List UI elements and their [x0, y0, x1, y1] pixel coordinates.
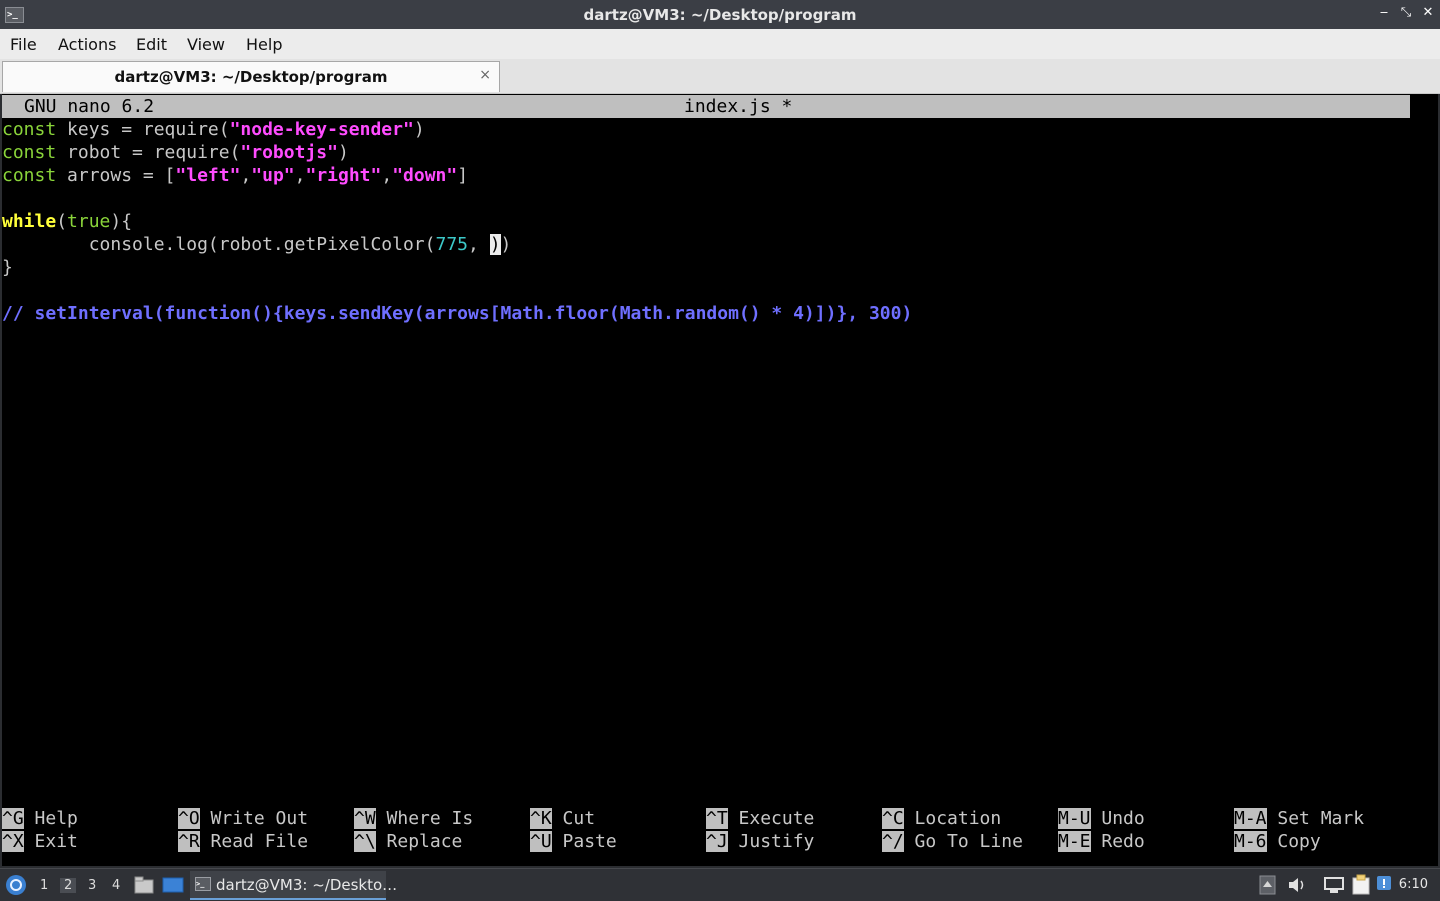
workspace-1[interactable]: 1 — [40, 878, 48, 893]
task-button-terminal[interactable]: >_ dartz@VM3: ~/Deskto… — [190, 871, 397, 900]
file-manager-icon[interactable] — [134, 876, 154, 894]
code-line-7: } — [2, 257, 13, 278]
code-text: ) — [337, 142, 349, 163]
clipboard-icon[interactable] — [1350, 874, 1372, 896]
menu-actions[interactable]: Actions — [58, 35, 116, 54]
window-title: dartz@VM3: ~/Desktop/program — [583, 6, 857, 24]
code-text: robot = require( — [56, 142, 241, 163]
terminal-scrollbar[interactable] — [1430, 94, 1438, 866]
terminal-task-icon: >_ — [195, 877, 211, 891]
update-notifier-icon[interactable] — [1376, 875, 1392, 893]
network-icon[interactable] — [1323, 876, 1345, 894]
code-text: keys = require( — [56, 119, 230, 140]
code-keyword: while — [2, 211, 57, 232]
code-text: , — [294, 165, 306, 186]
shortcut-help: ^G Help — [2, 808, 78, 829]
nano-title-bar: GNU nano 6.2 index.js * — [2, 95, 1410, 118]
workspace-4[interactable]: 4 — [112, 878, 120, 893]
shortcut-redo: M-E Redo — [1058, 831, 1145, 852]
shortcut-undo: M-U Undo — [1058, 808, 1145, 829]
code-string: "left" — [175, 165, 241, 186]
code-text: , — [381, 165, 393, 186]
task-label: dartz@VM3: ~/Deskto… — [216, 876, 398, 894]
taskbar: 1 2 3 4 >_ dartz@VM3: ~/Deskto… 6:10 — [0, 868, 1440, 901]
text-cursor: ) — [489, 234, 501, 255]
shortcut-cut: ^K Cut — [530, 808, 596, 829]
tab-close-icon[interactable]: × — [479, 67, 491, 83]
code-string: "robotjs" — [240, 142, 338, 163]
tab-strip: dartz@VM3: ~/Desktop/program × — [0, 59, 1440, 94]
workspace-2[interactable]: 2 — [60, 878, 77, 893]
code-string: "node-key-sender" — [229, 119, 414, 140]
window-titlebar[interactable]: >_ dartz@VM3: ~/Desktop/program ‒ ⤡ ✕ — [0, 0, 1440, 29]
nano-version: GNU nano 6.2 — [24, 96, 155, 117]
restore-icon[interactable]: ⤡ — [1398, 5, 1414, 23]
shortcut-set-mark: M-A Set Mark — [1234, 808, 1365, 829]
menu-help[interactable]: Help — [246, 35, 282, 54]
shortcut-exit: ^X Exit — [2, 831, 78, 852]
start-menu-icon[interactable] — [5, 874, 27, 896]
clock[interactable]: 6:10 — [1399, 877, 1428, 892]
show-desktop-icon[interactable] — [162, 876, 184, 894]
shortcut-justify: ^J Justify — [706, 831, 815, 852]
code-line-2: const robot = require("robotjs") — [2, 141, 349, 164]
shortcut-where-is: ^W Where Is — [354, 808, 474, 829]
shortcut-execute: ^T Execute — [706, 808, 815, 829]
nano-filename: index.js * — [684, 96, 793, 117]
code-text: console.log(robot.getPixelColor( — [2, 234, 436, 255]
shortcut-replace: ^\ Replace — [354, 831, 463, 852]
shortcut-location: ^C Location — [882, 808, 1002, 829]
terminal-area[interactable]: GNU nano 6.2 index.js * const keys = req… — [2, 94, 1438, 866]
code-keyword: true — [67, 211, 111, 232]
shortcut-write-out: ^O Write Out — [178, 808, 309, 829]
code-keyword: const — [2, 119, 57, 140]
code-keyword: const — [2, 165, 57, 186]
code-line-6: console.log(robot.getPixelColor(775, )) — [2, 233, 511, 256]
workspace-3[interactable]: 3 — [88, 878, 96, 893]
nano-shortcut-bar: ^G Help ^X Exit ^O Write Out ^R Read Fil… — [2, 805, 1438, 865]
code-string: "down" — [392, 165, 458, 186]
volume-icon[interactable] — [1287, 876, 1307, 894]
tray-arrow-icon[interactable] — [1259, 875, 1276, 895]
code-text: , — [468, 234, 490, 255]
code-text: ){ — [110, 211, 133, 232]
code-line-3: const arrows = ["left","up","right","dow… — [2, 164, 468, 187]
shortcut-read-file: ^R Read File — [178, 831, 309, 852]
menu-bar: File Actions Edit View Help — [0, 29, 1440, 59]
code-keyword: const — [2, 142, 57, 163]
tab-label: dartz@VM3: ~/Desktop/program — [114, 68, 388, 86]
code-text: ) — [413, 119, 425, 140]
code-text: ( — [56, 211, 68, 232]
code-text: , — [240, 165, 252, 186]
menu-edit[interactable]: Edit — [136, 35, 167, 54]
code-number: 775 — [435, 234, 468, 255]
terminal-tab[interactable]: dartz@VM3: ~/Desktop/program × — [2, 61, 500, 92]
code-line-5: while(true){ — [2, 210, 132, 233]
code-line-1: const keys = require("node-key-sender") — [2, 118, 425, 141]
code-string: "right" — [305, 165, 382, 186]
shortcut-copy: M-6 Copy — [1234, 831, 1321, 852]
shortcut-paste: ^U Paste — [530, 831, 617, 852]
shortcut-go-to-line: ^/ Go To Line — [882, 831, 1023, 852]
menu-view[interactable]: View — [187, 35, 225, 54]
code-text: ] — [457, 165, 469, 186]
menu-file[interactable]: File — [10, 35, 37, 54]
code-text: arrows = [ — [56, 165, 176, 186]
code-text: ) — [500, 234, 512, 255]
code-line-9-comment: // setInterval(function(){keys.sendKey(a… — [2, 303, 913, 324]
close-icon[interactable]: ✕ — [1420, 5, 1436, 23]
minimize-icon[interactable]: ‒ — [1376, 5, 1392, 23]
code-string: "up" — [251, 165, 295, 186]
